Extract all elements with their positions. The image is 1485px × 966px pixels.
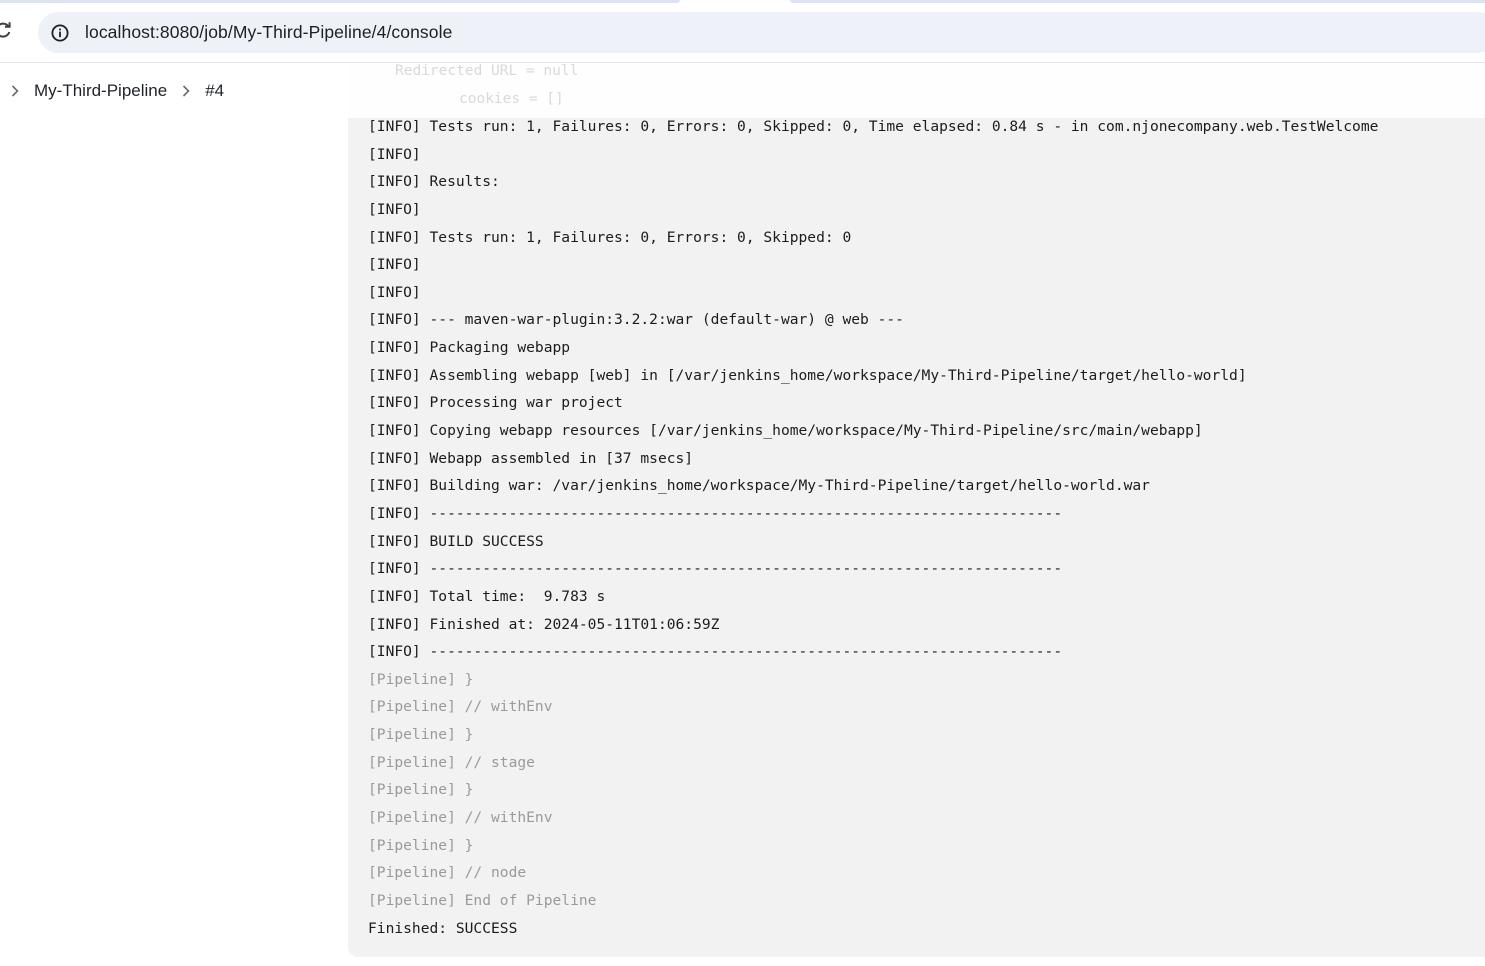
tab-strip <box>0 0 680 3</box>
pipeline-log-line: [Pipeline] End of Pipeline <box>368 891 597 909</box>
pipeline-log-line: [Pipeline] } <box>368 781 474 799</box>
pipeline-log-line: [Pipeline] // withEnv <box>368 809 553 827</box>
console-log-line: [INFO] Packaging webapp <box>368 339 571 357</box>
console-log-line: [INFO] <box>368 145 421 163</box>
console-log-line: [INFO] Processing war project <box>368 394 623 412</box>
chevron-right-icon <box>0 81 30 101</box>
console-log-line: [INFO] ---------------------------------… <box>368 560 1063 578</box>
breadcrumb-item-build[interactable]: #4 <box>201 79 228 103</box>
console-log-line: [INFO] Copying webapp resources [/var/je… <box>368 422 1203 440</box>
console-log-line: [INFO] Finished at: 2024-05-11T01:06:59Z <box>368 615 720 633</box>
breadcrumb-bar: My-Third-Pipeline #4 Redirected URL = nu… <box>0 63 1485 118</box>
console-log-line: [INFO] Webapp assembled in [37 msecs] <box>368 449 694 467</box>
pipeline-log-line: [Pipeline] // stage <box>368 753 535 771</box>
console-log-line: [INFO] ---------------------------------… <box>368 504 1063 522</box>
console-output: [INFO] Tests run: 1, Failures: 0, Errors… <box>368 113 1378 942</box>
pipeline-log-line: [Pipeline] // withEnv <box>368 698 553 716</box>
faded-console-line: cookies = [] <box>459 91 564 107</box>
console-log-line: [INFO] Tests run: 1, Failures: 0, Errors… <box>368 228 852 246</box>
address-bar[interactable]: localhost:8080/job/My-Third-Pipeline/4/c… <box>38 12 1485 53</box>
pipeline-log-line: [Pipeline] } <box>368 670 474 688</box>
console-log-line: [INFO] Assembling webapp [web] in [/var/… <box>368 366 1247 384</box>
breadcrumb-item-job[interactable]: My-Third-Pipeline <box>30 79 171 103</box>
console-log-line: [INFO] <box>368 256 421 274</box>
console-log-line: [INFO] Results: <box>368 173 500 191</box>
console-log-line: [INFO] <box>368 200 421 218</box>
console-log-line: [INFO] --- maven-war-plugin:3.2.2:war (d… <box>368 311 904 329</box>
console-log-line: [INFO] BUILD SUCCESS <box>368 532 544 550</box>
browser-toolbar: localhost:8080/job/My-Third-Pipeline/4/c… <box>0 0 1485 63</box>
url-text[interactable]: localhost:8080/job/My-Third-Pipeline/4/c… <box>85 22 452 43</box>
console-log-line: [INFO] <box>368 283 421 301</box>
chevron-right-icon <box>171 81 201 101</box>
breadcrumb: My-Third-Pipeline #4 <box>0 63 228 118</box>
pipeline-log-line: [Pipeline] // node <box>368 864 527 882</box>
pipeline-log-line: [Pipeline] } <box>368 836 474 854</box>
faded-console-line: Redirected URL = null <box>395 63 579 79</box>
pipeline-log-line: [Pipeline] } <box>368 726 474 744</box>
tab-strip <box>790 0 1485 3</box>
console-log-line: Finished: SUCCESS <box>368 919 518 937</box>
reload-icon[interactable] <box>0 19 14 41</box>
console-log-line: [INFO] Total time: 9.783 s <box>368 587 606 605</box>
info-circle-icon[interactable] <box>48 21 71 44</box>
console-log-line: [INFO] Building war: /var/jenkins_home/w… <box>368 477 1150 495</box>
console-log-line: [INFO] ---------------------------------… <box>368 643 1063 661</box>
